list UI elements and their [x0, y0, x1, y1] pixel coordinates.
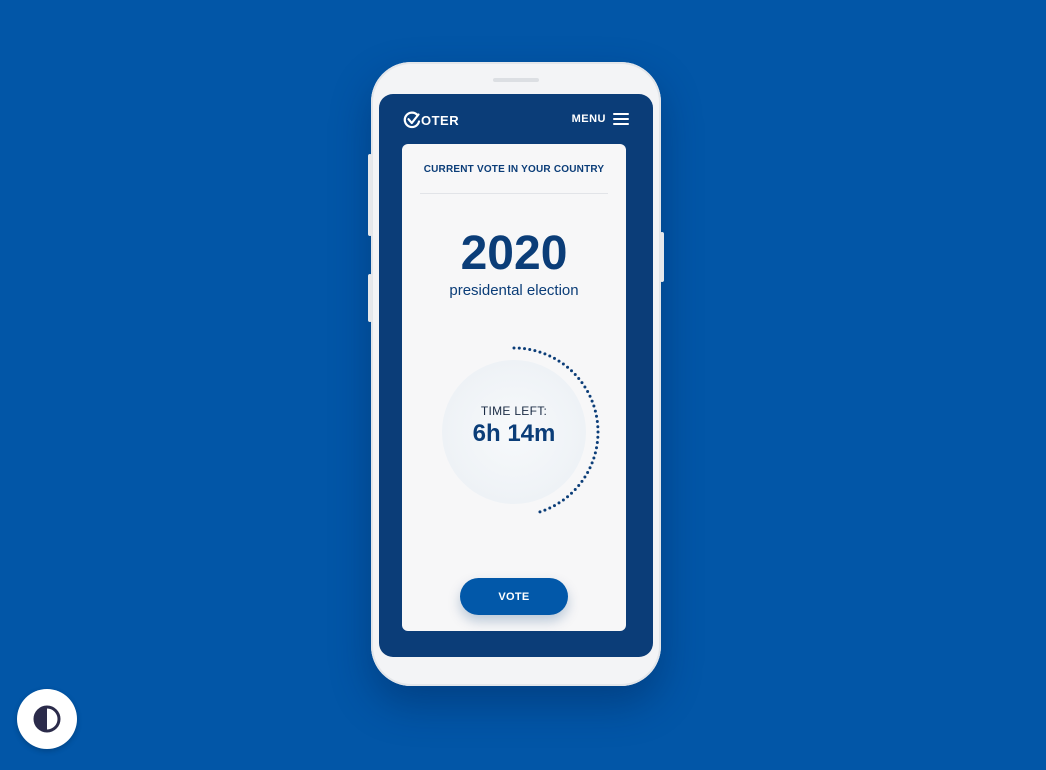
vote-card: CURRENT VOTE IN YOUR COUNTRY 2020 presid… [402, 144, 626, 631]
contrast-icon [33, 705, 61, 733]
progress-dot [596, 435, 600, 439]
progress-dot [523, 347, 527, 351]
voter-check-logo-icon [403, 111, 421, 129]
progress-dot [588, 466, 592, 470]
progress-dot [566, 495, 570, 499]
phone-speaker [493, 78, 539, 82]
progress-dot [592, 404, 596, 408]
progress-dot [580, 479, 584, 483]
progress-dot [583, 475, 587, 479]
app-screen: OTER MENU CURRENT VOTE IN YOUR COUNTRY 2… [379, 94, 653, 657]
progress-dot [543, 352, 547, 356]
menu-button[interactable]: MENU [572, 112, 629, 126]
phone-mockup: OTER MENU CURRENT VOTE IN YOUR COUNTRY 2… [368, 62, 664, 686]
progress-dot [596, 425, 600, 429]
progress-dot [538, 350, 542, 354]
progress-dot [552, 504, 556, 508]
progress-dot [561, 362, 565, 366]
progress-dot [577, 484, 581, 488]
phone-power-button [660, 232, 664, 282]
progress-dot [580, 381, 584, 385]
progress-dot [561, 498, 565, 502]
progress-dot [566, 365, 570, 369]
election-subtitle: presidental election [449, 282, 579, 299]
logo-text: OTER [421, 112, 460, 128]
app-logo[interactable]: OTER [403, 111, 459, 129]
progress-dot [543, 508, 547, 512]
progress-dot [557, 501, 561, 505]
progress-dot [517, 346, 521, 350]
progress-dot [583, 385, 587, 389]
progress-dot [573, 488, 577, 491]
card-title: CURRENT VOTE IN YOUR COUNTRY [423, 164, 605, 175]
menu-label: MENU [571, 113, 606, 125]
progress-dot [588, 394, 592, 398]
progress-dot [538, 510, 542, 514]
progress-dot [592, 456, 596, 460]
progress-dot [595, 419, 599, 423]
phone-volume-button [368, 154, 372, 236]
progress-dot [577, 376, 581, 380]
progress-dot [528, 347, 532, 351]
progress-dot [573, 373, 577, 376]
progress-dot [533, 349, 537, 353]
progress-dot [586, 470, 590, 474]
progress-dot [512, 346, 516, 350]
progress-dot [595, 441, 599, 445]
progress-dot [596, 430, 600, 434]
countdown-timer: TIME LEFT: 6h 14m [436, 342, 606, 514]
vote-button[interactable]: VOTE [460, 578, 568, 615]
progress-dot [557, 359, 561, 363]
progress-dot [548, 506, 552, 510]
progress-dot [586, 390, 590, 394]
election-year: 2020 [460, 227, 568, 280]
card-divider [420, 193, 608, 194]
progress-dot [570, 369, 573, 373]
progress-dot [593, 409, 597, 413]
progress-dot [590, 399, 594, 403]
time-left-label: TIME LEFT: [480, 404, 548, 418]
contrast-toggle-button[interactable] [17, 689, 77, 749]
hamburger-icon [613, 113, 629, 125]
progress-dot [593, 451, 597, 455]
progress-dot [552, 356, 556, 360]
progress-dot [570, 491, 573, 495]
phone-side-button [368, 274, 372, 322]
time-left-value: 6h 14m [472, 420, 556, 447]
progress-dot [590, 461, 594, 465]
progress-dot [595, 414, 599, 418]
progress-dot [595, 446, 599, 450]
progress-dot [548, 354, 552, 358]
